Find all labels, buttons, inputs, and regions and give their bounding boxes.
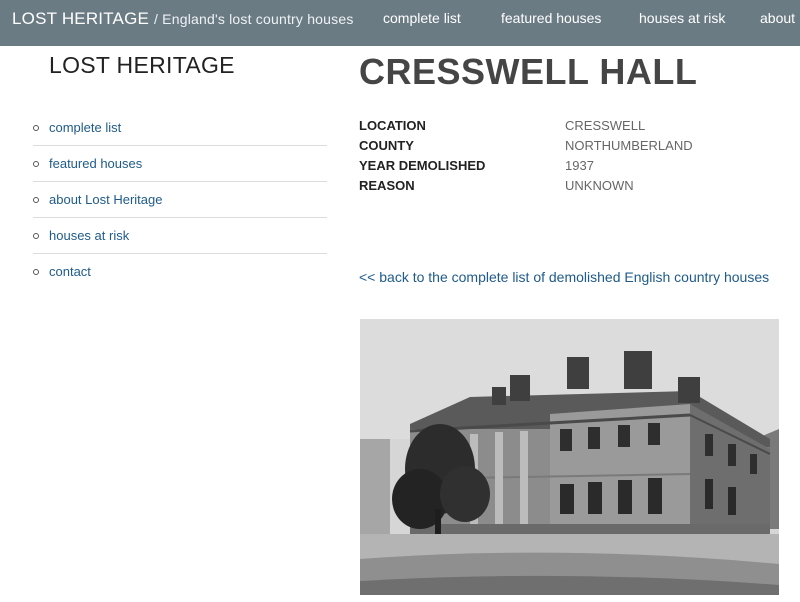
sidebar-link-featured-houses[interactable]: featured houses: [49, 156, 142, 171]
site-tagline: / England's lost country houses: [154, 11, 354, 27]
fact-value: CRESSWELL: [565, 118, 646, 133]
nav-houses-at-risk[interactable]: houses at risk: [639, 10, 725, 26]
sidebar-item-featured-houses: featured houses: [33, 146, 327, 182]
bullet-icon: [33, 233, 39, 239]
nav-about[interactable]: about: [760, 10, 795, 26]
fact-row-reason: REASON UNKNOWN: [359, 178, 779, 198]
sidebar-title: LOST HERITAGE: [49, 52, 235, 78]
bullet-icon: [33, 125, 39, 131]
fact-value: UNKNOWN: [565, 178, 634, 193]
bullet-icon: [33, 161, 39, 167]
sidebar-link-about[interactable]: about Lost Heritage: [49, 192, 162, 207]
fact-label: COUNTY: [359, 138, 414, 153]
nav-featured-houses[interactable]: featured houses: [501, 10, 601, 26]
fact-label: REASON: [359, 178, 415, 193]
fact-row-county: COUNTY NORTHUMBERLAND: [359, 138, 779, 158]
fact-label: YEAR DEMOLISHED: [359, 158, 486, 173]
sidebar-menu: complete list featured houses about Lost…: [33, 110, 327, 289]
top-header-bar: LOST HERITAGE / England's lost country h…: [0, 0, 800, 46]
sidebar-link-contact[interactable]: contact: [49, 264, 91, 279]
sidebar-link-complete-list[interactable]: complete list: [49, 120, 121, 135]
fact-value: 1937: [565, 158, 594, 173]
site-brand[interactable]: LOST HERITAGE / England's lost country h…: [12, 9, 354, 29]
house-facts: LOCATION CRESSWELL COUNTY NORTHUMBERLAND…: [359, 118, 779, 198]
house-photograph: [360, 319, 779, 595]
bullet-icon: [33, 269, 39, 275]
fact-row-year-demolished: YEAR DEMOLISHED 1937: [359, 158, 779, 178]
back-to-complete-list-link[interactable]: << back to the complete list of demolish…: [359, 269, 769, 285]
fact-label: LOCATION: [359, 118, 426, 133]
sidebar-link-houses-at-risk[interactable]: houses at risk: [49, 228, 129, 243]
sidebar-item-houses-at-risk: houses at risk: [33, 218, 327, 254]
nav-complete-list[interactable]: complete list: [383, 10, 461, 26]
fact-row-location: LOCATION CRESSWELL: [359, 118, 779, 138]
sidebar-item-complete-list: complete list: [33, 110, 327, 146]
page-title: CRESSWELL HALL: [359, 51, 698, 92]
sidebar-item-contact: contact: [33, 254, 327, 289]
site-brand-name[interactable]: LOST HERITAGE: [12, 9, 149, 28]
sidebar-item-about: about Lost Heritage: [33, 182, 327, 218]
bullet-icon: [33, 197, 39, 203]
fact-value: NORTHUMBERLAND: [565, 138, 693, 153]
